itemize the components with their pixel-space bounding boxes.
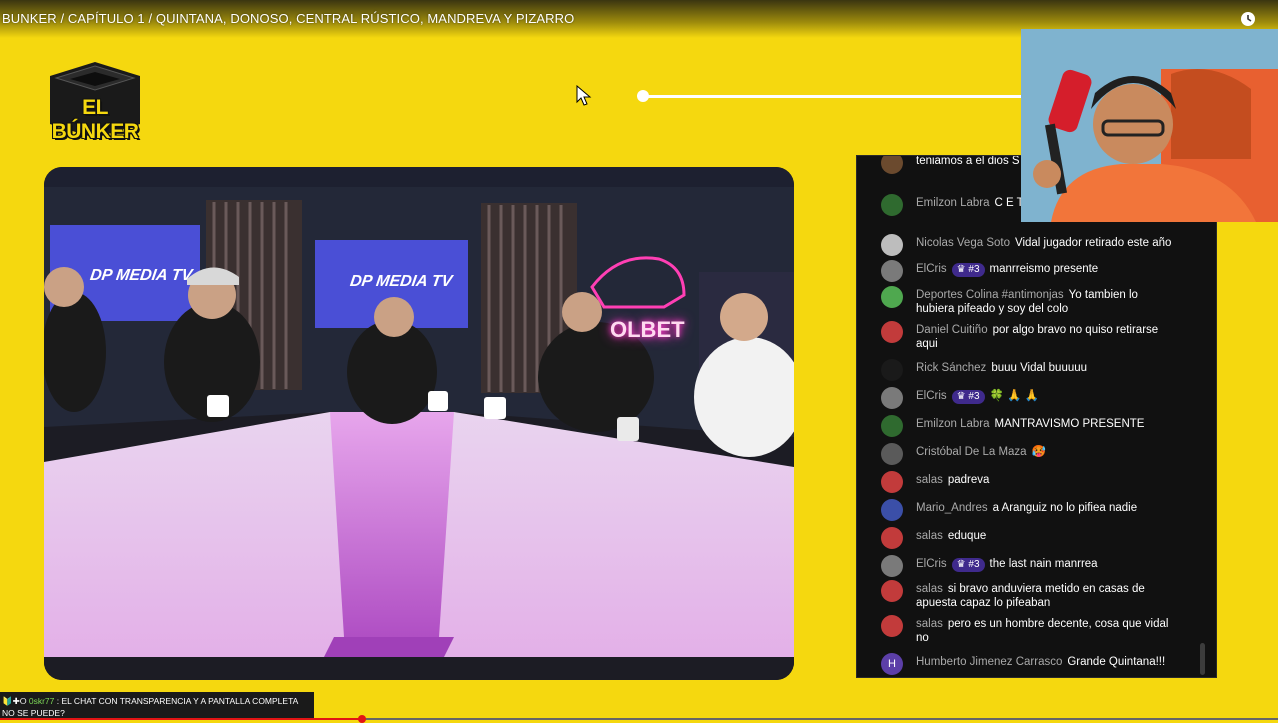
chat-avatar[interactable] — [881, 415, 903, 437]
mouse-cursor-icon — [576, 85, 592, 106]
chat-avatar[interactable] — [881, 387, 903, 409]
seek-bar-handle[interactable] — [358, 715, 366, 723]
badge-rank: #3 — [968, 391, 980, 402]
chat-avatar[interactable] — [881, 194, 903, 216]
chat-message-body: Cristóbal De La Maza 🥵 — [916, 445, 1172, 459]
ticker-username: 0skr77 — [28, 696, 55, 706]
chat-message-text: manrreismo presente — [989, 263, 1099, 275]
chat-avatar[interactable] — [881, 156, 903, 174]
chat-author-name[interactable]: salas — [916, 618, 943, 630]
chat-author-name[interactable]: Humberto Jimenez Carrasco — [916, 656, 1062, 668]
chat-message-body: Deportes Colina #antimonjas Yo tambien lo… — [916, 288, 1172, 316]
chat-avatar[interactable] — [881, 443, 903, 465]
chat-avatar[interactable] — [881, 499, 903, 521]
chat-message-text: pero es un hombre decente, cosa que vida… — [916, 618, 1169, 644]
chat-avatar[interactable] — [881, 615, 903, 637]
chat-avatar[interactable]: H — [881, 653, 903, 675]
chat-message-text: Grande Quintana!!! — [1067, 656, 1166, 668]
chat-ticker-overlay: 🔰✚⭘ 0skr77 : EL CHAT CON TRANSPARENCIA Y… — [0, 692, 314, 720]
chat-message-body: Mario_Andres a Aranguiz no lo pifiea nadi… — [916, 501, 1172, 515]
chat-avatar[interactable] — [881, 321, 903, 343]
chat-message-body: salas padreva — [916, 473, 1172, 487]
chat-message-body: salas pero es un hombre decente, cosa que… — [916, 617, 1172, 645]
overlay-progress-line — [643, 95, 1021, 98]
video-title: BUNKER / CAPÍTULO 1 / QUINTANA, DONOSO, … — [2, 11, 575, 26]
chat-author-name[interactable]: salas — [916, 583, 943, 595]
chat-message-text: MANTRAVISMO PRESENTE — [994, 418, 1145, 430]
chat-message-body: ElCris ♛ #3 🍀 🙏 🙏 — [916, 389, 1172, 404]
badge-rank: #3 — [968, 559, 980, 570]
badge-rank: #3 — [968, 264, 980, 275]
chat-avatar[interactable] — [881, 555, 903, 577]
chat-message-text: teniamos a el dios S — [916, 155, 1020, 167]
chat-message-body: ElCris ♛ #3 manrreismo presente — [916, 262, 1172, 277]
chat-avatar[interactable] — [881, 527, 903, 549]
chat-message-text: eduque — [947, 530, 987, 542]
chat-message-text: Vidal jugador retirado este año — [1014, 237, 1172, 249]
studio-scene — [44, 167, 794, 680]
streamer-webcam — [1021, 29, 1278, 222]
member-badge: ♛ #3 — [951, 263, 985, 277]
chat-author-name[interactable]: ElCris — [916, 558, 947, 570]
chat-author-name[interactable]: Emilzon Labra — [916, 197, 990, 209]
chat-message-text: si bravo anduviera metido en casas de ap… — [916, 583, 1145, 609]
chat-author-name[interactable]: salas — [916, 530, 943, 542]
chat-author-name[interactable]: Daniel Cuitiño — [916, 324, 988, 336]
chat-avatar[interactable] — [881, 286, 903, 308]
chat-avatar[interactable] — [881, 359, 903, 381]
crown-icon: ♛ — [956, 264, 969, 275]
chat-message-body: Rick Sánchez buuu Vidal buuuuu — [916, 361, 1172, 375]
neon-sign: OLBET — [610, 317, 685, 342]
chat-message-text: buuu Vidal buuuuu — [991, 362, 1088, 374]
chat-author-name[interactable]: Rick Sánchez — [916, 362, 986, 374]
member-badge: ♛ #3 — [951, 390, 985, 404]
chat-author-name[interactable]: Deportes Colina #antimonjas — [916, 289, 1064, 301]
chat-message-body: Emilzon Labra MANTRAVISMO PRESENTE — [916, 417, 1172, 431]
member-badge: ♛ #3 — [951, 558, 985, 572]
chat-author-name[interactable]: Mario_Andres — [916, 502, 988, 514]
tv-screen-label-center: DP MEDIA TV — [348, 273, 454, 290]
chat-avatar[interactable] — [881, 471, 903, 493]
overlay-progress-handle[interactable] — [637, 90, 649, 102]
chat-author-name[interactable]: Nicolas Vega Soto — [916, 237, 1010, 249]
chat-message-body: Daniel Cuitiño por algo bravo no quiso re… — [916, 323, 1172, 351]
chat-message-text: padreva — [947, 474, 990, 486]
chat-message-text: 🥵 — [1031, 446, 1046, 458]
chat-author-name[interactable]: ElCris — [916, 263, 947, 275]
chat-avatar[interactable] — [881, 234, 903, 256]
chat-avatar[interactable] — [881, 580, 903, 602]
chat-author-name[interactable]: salas — [916, 474, 943, 486]
clock-icon[interactable] — [1240, 11, 1256, 27]
chat-avatar[interactable] — [881, 260, 903, 282]
chat-message-body: Nicolas Vega Soto Vidal jugador retirado … — [916, 236, 1172, 250]
chat-author-name[interactable]: Emilzon Labra — [916, 418, 990, 430]
logo-text: EL BÚNKER — [51, 96, 139, 143]
chat-message-text: a Aranguiz no lo pifiea nadie — [992, 502, 1138, 514]
el-bunker-logo: EL BÚNKER — [44, 60, 146, 143]
ticker-badge-icons: 🔰✚⭘ — [2, 696, 29, 706]
studio-video-feed[interactable]: DP MEDIA TV DP MEDIA TV OLBET — [44, 167, 794, 680]
chat-message-body: salas si bravo anduviera metido en casas … — [916, 582, 1172, 610]
chat-message-body: salas eduque — [916, 529, 1172, 543]
tv-screen-label-left: DP MEDIA TV — [88, 267, 194, 284]
chat-author-name[interactable]: ElCris — [916, 390, 947, 402]
webcam-scene — [1021, 29, 1278, 222]
chat-message-body: Humberto Jimenez Carrasco Grande Quintana… — [916, 655, 1172, 669]
chat-message-body: ElCris ♛ #3 the last nain manrrea — [916, 557, 1172, 572]
chat-scrollbar[interactable] — [1200, 643, 1205, 675]
crown-icon: ♛ — [956, 391, 969, 402]
crown-icon: ♛ — [956, 559, 969, 570]
chat-message-text: 🍀 🙏 🙏 — [989, 390, 1039, 402]
live-chat-panel[interactable]: teniamos a el dios SEmilzon LabraC E T E… — [856, 155, 1217, 678]
chat-message-text: the last nain manrrea — [989, 558, 1098, 570]
chat-author-name[interactable]: Cristóbal De La Maza — [916, 446, 1027, 458]
